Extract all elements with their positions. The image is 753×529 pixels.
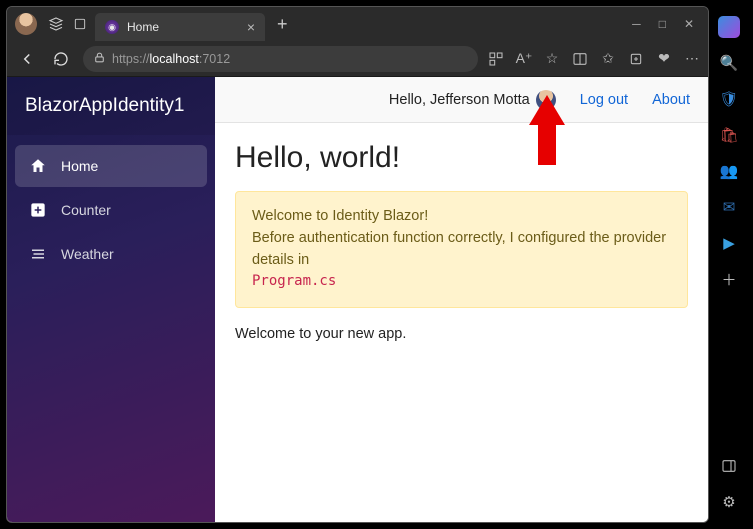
tab-title: Home [127,20,159,34]
shield-rail-icon[interactable]: 🛡 [718,88,740,110]
games-rail-icon[interactable]: 👥 [718,160,740,182]
alert-line1: Welcome to Identity Blazor! [252,206,671,228]
favorite-icon[interactable]: ☆ [544,51,560,67]
nav-label: Weather [61,246,114,262]
outlook-rail-icon[interactable]: ✉ [718,196,740,218]
alert-line2: Before authentication function correctly… [252,228,671,272]
window-maximize-icon[interactable]: □ [659,17,666,31]
collections-icon[interactable] [628,51,644,67]
sidebar-item-counter[interactable]: Counter [15,189,207,231]
nav-label: Home [61,158,98,174]
window-close-icon[interactable]: ✕ [684,17,694,31]
sidebar: BlazorAppIdentity1 Home Counter [7,77,215,522]
settings-rail-icon[interactable]: ⚙ [718,491,740,513]
search-rail-icon[interactable]: 🔍 [718,52,740,74]
workspaces-icon[interactable] [47,15,65,33]
home-icon [29,157,47,175]
window-titlebar: ◉ Home × + ─ □ ✕ [7,7,708,41]
list-icon [29,245,47,263]
shopping-rail-icon[interactable]: 🛍 [718,124,740,146]
split-icon[interactable] [572,51,588,67]
info-alert: Welcome to Identity Blazor! Before authe… [235,191,688,308]
copilot-icon[interactable] [718,16,740,38]
sidebar-item-weather[interactable]: Weather [15,233,207,275]
top-header: Hello, Jefferson Motta Log out About [215,77,708,123]
window-controls: ─ □ ✕ [622,17,704,31]
panel-toggle-icon[interactable] [718,455,740,477]
page-heading: Hello, world! [235,141,688,175]
plus-rail-icon[interactable]: ＋ [718,268,740,290]
url-text: https://localhost:7012 [112,52,230,66]
refresh-button[interactable] [49,47,73,71]
edge-sidebar-rail: 🔍 🛡 🛍 👥 ✉ ▶ ＋ ⚙ [711,6,747,523]
address-bar-row: https://localhost:7012 A⁺ ☆ ✩ ❤ ⋯ [7,41,708,77]
new-tab-button[interactable]: + [271,14,294,35]
sidebar-item-home[interactable]: Home [15,145,207,187]
nav-menu: Home Counter Weather [7,135,215,285]
onedrive-rail-icon[interactable]: ▶ [718,232,740,254]
plus-icon [29,201,47,219]
extensions-icon[interactable]: ❤ [656,51,672,67]
page-content: Hello, world! Welcome to Identity Blazor… [215,123,708,360]
about-link[interactable]: About [652,92,690,108]
tab-favicon-icon: ◉ [105,20,119,34]
main-area: Hello, Jefferson Motta Log out About Hel… [215,77,708,522]
alert-code: Program.cs [252,273,336,289]
welcome-text: Welcome to your new app. [235,326,688,342]
logout-link[interactable]: Log out [580,92,628,108]
nav-label: Counter [61,202,111,218]
read-aloud-icon[interactable]: A⁺ [516,51,532,67]
browser-tab[interactable]: ◉ Home × [95,13,265,41]
favorites-bar-icon[interactable]: ✩ [600,51,616,67]
page-viewport: BlazorAppIdentity1 Home Counter [7,77,708,522]
qr-icon[interactable] [488,51,504,67]
brand-title[interactable]: BlazorAppIdentity1 [7,77,215,135]
address-bar[interactable]: https://localhost:7012 [83,46,478,72]
back-button[interactable] [15,47,39,71]
lock-icon [93,51,106,67]
profile-avatar-icon[interactable] [15,13,37,35]
tab-actions-icon[interactable] [71,15,89,33]
tab-close-icon[interactable]: × [247,19,255,35]
window-minimize-icon[interactable]: ─ [632,17,641,31]
more-icon[interactable]: ⋯ [684,51,700,67]
toolbar-icons: A⁺ ☆ ✩ ❤ ⋯ [488,51,700,67]
browser-window: ◉ Home × + ─ □ ✕ https://localhost:7012 [6,6,709,523]
annotation-arrow-icon [530,95,564,165]
